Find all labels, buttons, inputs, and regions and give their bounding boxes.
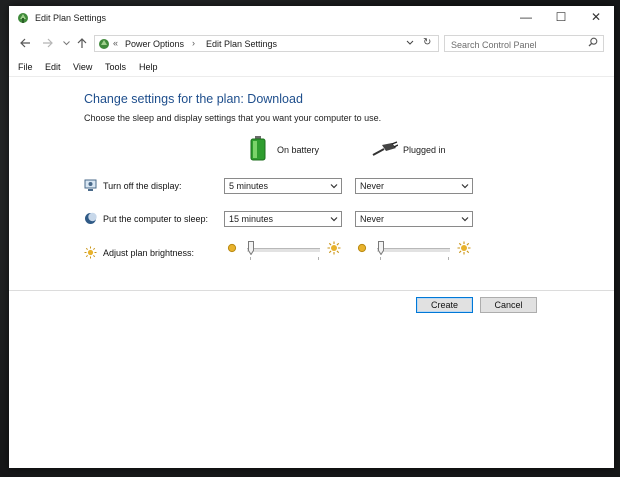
edit-plan-settings-window: Edit Plan Settings — ☐ ✕ « Power Options… — [9, 6, 614, 468]
recent-locations-button[interactable] — [59, 36, 73, 50]
sleep-battery-value: 15 minutes — [229, 214, 274, 224]
window-title: Edit Plan Settings — [35, 13, 107, 23]
title-bar: Edit Plan Settings — ☐ ✕ — [9, 6, 614, 30]
brightness-plugged-slider[interactable] — [357, 241, 475, 261]
brightness-icon — [84, 246, 97, 259]
control-panel-icon — [99, 39, 109, 49]
dim-brightness-icon — [227, 243, 237, 253]
up-button[interactable] — [75, 36, 89, 50]
plugged-in-header: Plugged in — [372, 135, 482, 165]
breadcrumb-separator[interactable]: › — [192, 38, 195, 48]
arrow-right-icon — [42, 38, 53, 48]
search-input[interactable] — [445, 36, 588, 53]
navigation-bar: « Power Options › Edit Plan Settings ↻ — [9, 32, 614, 54]
chevron-down-icon — [461, 179, 469, 198]
plugged-in-label: Plugged in — [403, 145, 446, 155]
menu-bar: File Edit View Tools Help — [9, 58, 614, 77]
slider-tick — [318, 257, 319, 260]
power-options-icon — [18, 13, 28, 23]
sleep-plugged-value: Never — [360, 214, 385, 224]
page-description: Choose the sleep and display settings th… — [84, 113, 382, 123]
slider-track — [377, 248, 450, 252]
search-icon[interactable] — [588, 37, 598, 50]
forward-button[interactable] — [40, 36, 54, 50]
display-battery-value: 5 minutes — [229, 181, 269, 191]
close-button[interactable]: ✕ — [579, 6, 613, 28]
bright-brightness-icon — [457, 241, 471, 255]
brightness-label: Adjust plan brightness: — [103, 248, 195, 258]
chevron-down-icon — [330, 179, 338, 198]
slider-thumb[interactable] — [378, 241, 384, 255]
chevron-down-icon — [330, 212, 338, 231]
display-battery-select[interactable]: 5 minutes — [224, 178, 342, 194]
maximize-button[interactable]: ☐ — [544, 6, 578, 28]
power-plug-icon — [372, 141, 398, 156]
cancel-button[interactable]: Cancel — [480, 297, 537, 313]
brightness-battery-slider[interactable] — [227, 241, 345, 261]
refresh-icon[interactable]: ↻ — [423, 37, 431, 48]
chevron-down-icon — [62, 40, 70, 45]
dim-brightness-icon — [357, 243, 367, 253]
page-title: Change settings for the plan: Download — [84, 92, 303, 106]
battery-icon — [250, 136, 266, 161]
chevron-down-icon — [461, 212, 469, 231]
on-battery-label: On battery — [277, 145, 320, 155]
slider-tick — [250, 257, 251, 260]
slider-tick — [380, 257, 381, 260]
sleep-label: Put the computer to sleep: — [103, 214, 209, 224]
menu-help[interactable]: Help — [139, 62, 158, 72]
arrow-left-icon — [19, 38, 30, 48]
bright-brightness-icon — [327, 241, 341, 255]
menu-file[interactable]: File — [18, 62, 33, 72]
main-content: Change settings for the plan: Download C… — [9, 77, 614, 468]
address-bar[interactable]: « Power Options › Edit Plan Settings ↻ — [94, 35, 439, 52]
menu-tools[interactable]: Tools — [105, 62, 126, 72]
on-battery-header: On battery — [247, 135, 357, 165]
breadcrumb-overflow[interactable]: « — [113, 38, 118, 48]
create-button[interactable]: Create — [416, 297, 473, 313]
sleep-plugged-select[interactable]: Never — [355, 211, 473, 227]
turn-off-display-label: Turn off the display: — [103, 181, 182, 191]
button-divider — [9, 290, 614, 291]
slider-track — [247, 248, 320, 252]
monitor-icon — [84, 179, 97, 191]
slider-thumb[interactable] — [248, 241, 254, 255]
address-dropdown-icon[interactable] — [406, 38, 414, 48]
slider-tick — [448, 257, 449, 260]
sleep-moon-icon — [85, 212, 97, 224]
breadcrumb-edit-plan-settings[interactable]: Edit Plan Settings — [206, 39, 277, 49]
back-button[interactable] — [18, 36, 32, 50]
display-plugged-value: Never — [360, 181, 385, 191]
display-plugged-select[interactable]: Never — [355, 178, 473, 194]
minimize-button[interactable]: — — [509, 6, 543, 28]
sleep-battery-select[interactable]: 15 minutes — [224, 211, 342, 227]
breadcrumb-power-options[interactable]: Power Options — [125, 39, 184, 49]
arrow-up-icon — [77, 37, 87, 48]
search-box[interactable] — [444, 35, 604, 53]
menu-edit[interactable]: Edit — [45, 62, 61, 72]
menu-view[interactable]: View — [73, 62, 92, 72]
